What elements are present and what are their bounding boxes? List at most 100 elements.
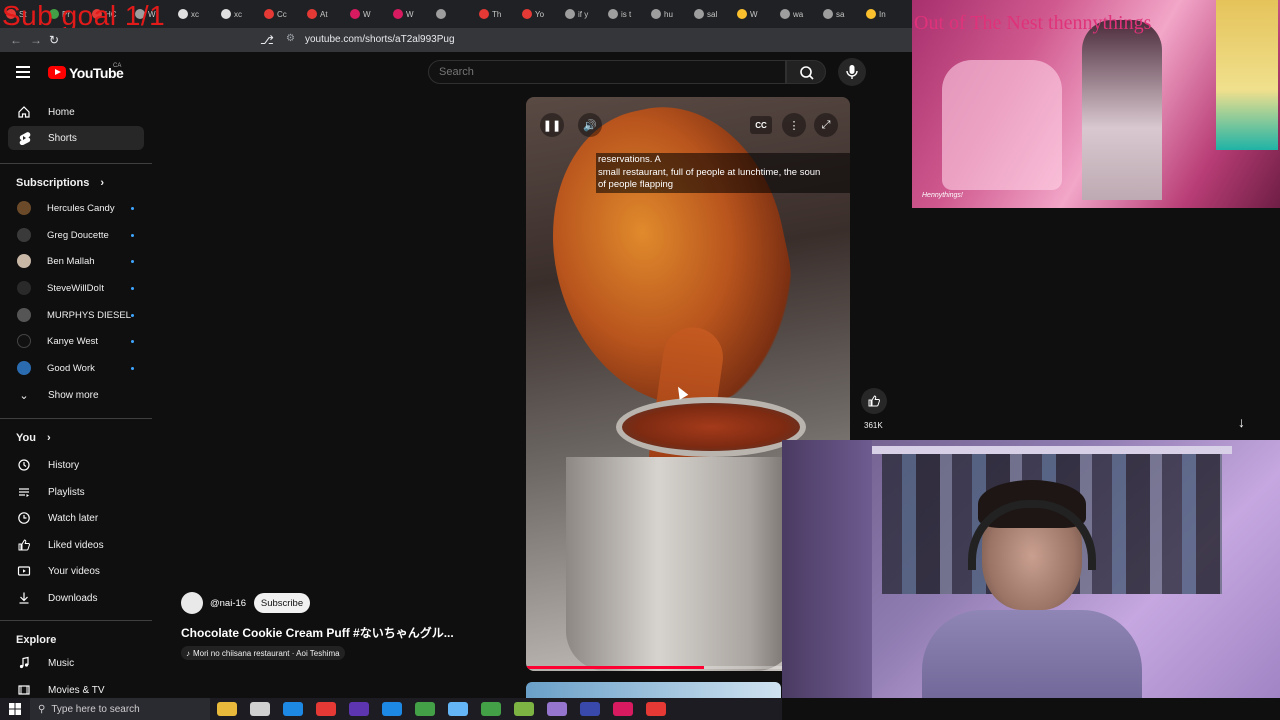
tab-favicon-icon xyxy=(479,9,489,19)
tab-favicon-icon xyxy=(565,9,575,19)
sidebar-divider xyxy=(0,163,152,164)
taskbar-app-icon[interactable] xyxy=(612,702,633,716)
channel-label: Hercules Candy xyxy=(47,202,115,214)
more-vertical-icon: ⋮ xyxy=(788,119,800,132)
menu-icon[interactable] xyxy=(16,66,30,78)
mute-button[interactable]: 🔊 xyxy=(578,113,602,137)
next-short-preview[interactable] xyxy=(526,682,781,698)
like-button[interactable] xyxy=(861,388,887,414)
taskbar-app-icon[interactable] xyxy=(513,702,534,716)
pause-button[interactable]: ❚❚ xyxy=(540,113,564,137)
sidebar-item-music[interactable]: Music xyxy=(8,651,144,675)
sidebar-item-good-work[interactable]: Good Work xyxy=(8,357,144,379)
taskbar-app-icon[interactable] xyxy=(348,702,369,716)
url-text[interactable]: youtube.com/shorts/aT2al993Pug xyxy=(305,34,455,45)
search-box[interactable] xyxy=(428,60,786,84)
back-arrow-icon[interactable]: ← xyxy=(10,33,22,47)
reload-icon[interactable]: ↻ xyxy=(49,33,59,47)
browser-tab[interactable]: xc xyxy=(178,6,214,22)
browser-tab[interactable] xyxy=(436,6,472,22)
cc-icon: CC xyxy=(755,120,767,130)
music-icon xyxy=(16,655,32,671)
sidebar-item-liked-videos[interactable]: Liked videos xyxy=(8,533,144,557)
sidebar-item-your-videos[interactable]: Your videos xyxy=(8,559,144,583)
browser-tab[interactable]: hu xyxy=(651,6,687,22)
forward-arrow-icon[interactable]: → xyxy=(30,33,42,47)
short-title[interactable]: Chocolate Cookie Cream Puff #ないちゃんグル... xyxy=(181,624,481,641)
you-title: You xyxy=(16,432,36,444)
browser-tab[interactable]: is t xyxy=(608,6,644,22)
your-videos-icon xyxy=(16,563,32,579)
sidebar-item-ben-mallah[interactable]: Ben Mallah xyxy=(8,250,144,272)
webcam-person-body xyxy=(922,610,1142,698)
sidebar-item-shorts[interactable]: Shorts xyxy=(8,126,144,150)
browser-tab[interactable]: W xyxy=(350,6,386,22)
sidebar-item-murphys-diesel[interactable]: MURPHYS DIESEL xyxy=(8,304,144,326)
sidebar-item-downloads[interactable]: Downloads xyxy=(8,586,144,610)
taskbar-app-icon[interactable] xyxy=(249,702,270,716)
sidebar-item-greg-doucette[interactable]: Greg Doucette xyxy=(8,224,144,246)
sidebar-item-history[interactable]: History xyxy=(8,453,144,477)
subscribe-button[interactable]: Subscribe xyxy=(254,593,310,613)
browser-tab[interactable]: Cc xyxy=(264,6,300,22)
taskbar-app-icon[interactable] xyxy=(414,702,435,716)
windows-taskbar: ⚲ Type here to search xyxy=(0,698,782,720)
taskbar-app-icon[interactable] xyxy=(216,702,237,716)
new-content-dot xyxy=(131,366,134,370)
browser-tab[interactable]: W xyxy=(393,6,429,22)
sidebar-item-kanye-west[interactable]: Kanye West xyxy=(8,330,144,352)
sidebar-item-label: Your videos xyxy=(48,565,100,577)
tab-label: if y xyxy=(578,9,589,19)
captions-button[interactable]: CC xyxy=(750,116,772,134)
taskbar-app-icon[interactable] xyxy=(447,702,468,716)
site-info-icon[interactable]: ⚙ xyxy=(286,33,295,44)
taskbar-app-icon[interactable] xyxy=(315,702,336,716)
avatar xyxy=(17,201,31,215)
address-bar xyxy=(0,28,912,52)
youtube-logo-icon[interactable] xyxy=(48,66,66,79)
sidebar-item-playlists[interactable]: Playlists xyxy=(8,480,144,504)
more-options-button[interactable]: ⋮ xyxy=(782,113,806,137)
fullscreen-button[interactable]: ⤢ xyxy=(814,113,838,137)
browser-tab[interactable]: At xyxy=(307,6,343,22)
browser-tab[interactable]: In xyxy=(866,6,902,22)
taskbar-app-icon[interactable] xyxy=(546,702,567,716)
sidebar-item-home[interactable]: Home xyxy=(8,100,144,124)
browser-tab[interactable]: Yo xyxy=(522,6,558,22)
you-heading[interactable]: You › xyxy=(16,432,51,444)
browser-tab[interactable]: sa xyxy=(823,6,859,22)
search-input[interactable] xyxy=(439,66,769,78)
browser-tab[interactable]: W xyxy=(737,6,773,22)
taskbar-app-icon[interactable] xyxy=(381,702,402,716)
channel-avatar[interactable] xyxy=(181,592,203,614)
tab-favicon-icon xyxy=(393,9,403,19)
taskbar-app-icon[interactable] xyxy=(645,702,666,716)
music-attribution[interactable]: ♪ Mori no chiisana restaurant · Aoi Tesh… xyxy=(181,646,345,660)
taskbar-app-icon[interactable] xyxy=(579,702,600,716)
subscriptions-heading[interactable]: Subscriptions › xyxy=(16,177,104,189)
bookmark-icon[interactable]: ⎇ xyxy=(260,33,274,47)
music-note-icon: ♪ xyxy=(186,648,190,658)
search-button[interactable] xyxy=(786,60,826,84)
voice-search-button[interactable] xyxy=(838,58,866,86)
show-more-button[interactable]: ⌄ Show more xyxy=(8,383,144,407)
closed-caption-text: reservations. A small restaurant, full o… xyxy=(596,153,850,193)
browser-tab[interactable]: if y xyxy=(565,6,601,22)
tab-favicon-icon xyxy=(522,9,532,19)
sidebar-item-watch-later[interactable]: Watch later xyxy=(8,506,144,530)
start-button[interactable] xyxy=(0,698,30,720)
browser-tab[interactable]: Th xyxy=(479,6,515,22)
browser-tab[interactable]: wa xyxy=(780,6,816,22)
sidebar-item-hercules-candy[interactable]: Hercules Candy xyxy=(8,197,144,219)
taskbar-app-icon[interactable] xyxy=(480,702,501,716)
sidebar-item-stevewilldoit[interactable]: SteveWillDoIt xyxy=(8,277,144,299)
channel-label: Good Work xyxy=(47,362,95,374)
sidebar: Home Shorts Subscriptions › Hercules Can… xyxy=(0,98,152,698)
channel-name[interactable]: @nai-16 xyxy=(210,598,246,609)
taskbar-search[interactable]: ⚲ Type here to search xyxy=(30,698,210,720)
overlay-chair xyxy=(942,60,1062,190)
browser-tab[interactable]: xc xyxy=(221,6,257,22)
browser-tab[interactable]: sal xyxy=(694,6,730,22)
next-short-arrow-icon[interactable]: ↓ xyxy=(1238,414,1245,430)
taskbar-app-icon[interactable] xyxy=(282,702,303,716)
